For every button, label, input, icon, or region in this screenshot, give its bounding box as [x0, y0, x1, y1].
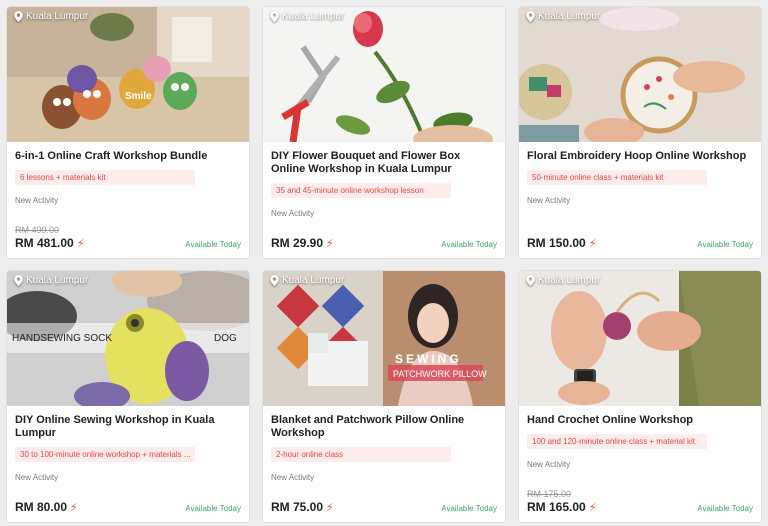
location-label: Kuala Lumpur	[14, 11, 88, 22]
location-text: Kuala Lumpur	[282, 11, 345, 22]
current-price: RM 75.00 ⚡	[271, 500, 334, 514]
activity-title[interactable]: Hand Crochet Online Workshop	[527, 414, 753, 427]
availability-label: Available Today	[185, 504, 241, 513]
availability-label: Available Today	[441, 240, 497, 249]
activity-tag: 100 and 120-minute online class + materi…	[527, 434, 707, 449]
activity-card[interactable]: Kuala Lumpur DIY Flower Bouquet and Flow…	[263, 7, 505, 258]
image-caption: SEWING	[395, 352, 462, 366]
lightning-bolt-icon: ⚡	[588, 237, 597, 250]
activity-card[interactable]: SEWING PATCHWORK PILLOW Kuala Lumpur Bla…	[263, 271, 505, 522]
image-caption: Smile	[125, 91, 152, 102]
activity-title[interactable]: DIY Online Sewing Workshop in Kuala Lump…	[15, 414, 241, 440]
activity-status: New Activity	[527, 460, 571, 469]
price-text: RM 481.00	[15, 236, 74, 250]
location-label: Kuala Lumpur	[270, 275, 344, 286]
activity-image[interactable]: Smile Kuala Lumpur	[7, 7, 249, 142]
current-price: RM 29.90 ⚡	[271, 236, 334, 250]
location-label: Kuala Lumpur	[14, 275, 88, 286]
activity-title[interactable]: Blanket and Patchwork Pillow Online Work…	[271, 414, 497, 440]
lightning-bolt-icon: ⚡	[326, 237, 334, 250]
location-text: Kuala Lumpur	[282, 275, 345, 286]
lightning-bolt-icon: ⚡	[326, 501, 334, 514]
activity-tag: 6 lessons + materials kit	[15, 170, 195, 185]
activity-card[interactable]: Smile Kuala Lumpur 6-in-1 Online Craft W…	[7, 7, 249, 258]
location-label: Kuala Lumpur	[270, 11, 344, 22]
location-text: Kuala Lumpur	[538, 11, 601, 22]
location-text: Kuala Lumpur	[26, 275, 89, 286]
price-text: RM 29.90	[271, 236, 324, 250]
availability-label: Available Today	[697, 240, 753, 249]
map-pin-icon	[270, 11, 279, 22]
price-text: RM 165.00	[527, 500, 586, 514]
location-text: Kuala Lumpur	[26, 11, 89, 22]
activity-card[interactable]: HANDSEWING SOCK DOG Kuala Lumpur DIY Onl…	[7, 271, 249, 522]
location-label: Kuala Lumpur	[526, 11, 600, 22]
map-pin-icon	[270, 275, 279, 286]
original-price: RM 499.00	[15, 225, 60, 235]
image-caption: PATCHWORK PILLOW	[393, 369, 487, 379]
activity-tag: 30 to 100-minute online workshop + mater…	[15, 447, 195, 462]
lightning-bolt-icon: ⚡	[70, 501, 78, 514]
activity-image[interactable]: HANDSEWING SOCK DOG Kuala Lumpur	[7, 271, 249, 406]
activity-tag: 2-hour online class	[271, 447, 451, 462]
activity-title[interactable]: DIY Flower Bouquet and Flower Box Online…	[271, 150, 497, 176]
activity-tag: 50-minute online class + materials kit	[527, 170, 707, 185]
activity-tag: 35 and 45-minute online workshop lesson	[271, 183, 451, 198]
availability-label: Available Today	[185, 240, 241, 249]
availability-label: Available Today	[697, 504, 753, 513]
activity-title[interactable]: 6-in-1 Online Craft Workshop Bundle	[15, 150, 241, 163]
current-price: RM 80.00 ⚡	[15, 500, 78, 514]
location-label: Kuala Lumpur	[526, 275, 600, 286]
current-price: RM 165.00 ⚡	[527, 500, 596, 514]
map-pin-icon	[526, 11, 535, 22]
activity-status: New Activity	[271, 209, 315, 218]
activity-status: New Activity	[15, 473, 59, 482]
activity-image[interactable]: SEWING PATCHWORK PILLOW Kuala Lumpur	[263, 271, 505, 406]
activity-card[interactable]: Kuala Lumpur Hand Crochet Online Worksho…	[519, 271, 761, 522]
location-text: Kuala Lumpur	[538, 275, 601, 286]
map-pin-icon	[14, 11, 23, 22]
map-pin-icon	[14, 275, 23, 286]
image-caption: HANDSEWING SOCK	[12, 333, 112, 344]
lightning-bolt-icon: ⚡	[76, 237, 85, 250]
price-text: RM 150.00	[527, 236, 586, 250]
activity-status: New Activity	[271, 473, 315, 482]
image-caption: DOG	[214, 333, 237, 344]
activity-image[interactable]: Kuala Lumpur	[263, 7, 505, 142]
availability-label: Available Today	[441, 504, 497, 513]
activity-image[interactable]: Kuala Lumpur	[519, 7, 761, 142]
activity-image[interactable]: Kuala Lumpur	[519, 271, 761, 406]
price-text: RM 80.00	[15, 500, 68, 514]
activity-status: New Activity	[15, 196, 59, 205]
activity-status: New Activity	[527, 196, 571, 205]
activity-card[interactable]: Kuala Lumpur Floral Embroidery Hoop Onli…	[519, 7, 761, 258]
current-price: RM 481.00 ⚡	[15, 236, 84, 250]
price-text: RM 75.00	[271, 500, 324, 514]
original-price: RM 175.00	[527, 489, 572, 499]
activity-title[interactable]: Floral Embroidery Hoop Online Workshop	[527, 150, 753, 163]
map-pin-icon	[526, 275, 535, 286]
lightning-bolt-icon: ⚡	[588, 501, 597, 514]
current-price: RM 150.00 ⚡	[527, 236, 596, 250]
